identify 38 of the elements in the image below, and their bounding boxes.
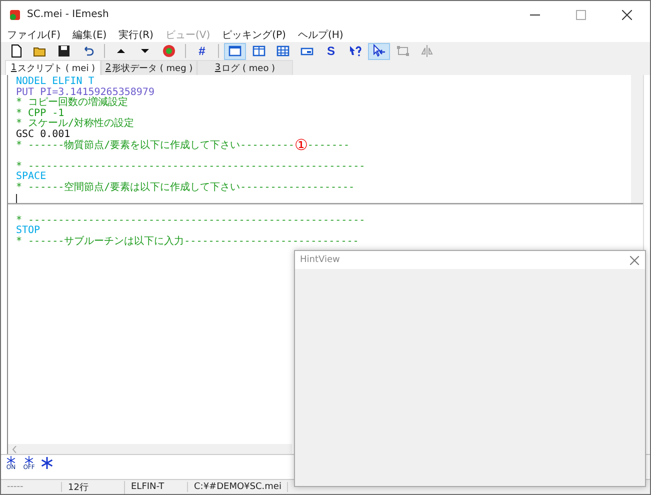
menu-item[interactable]: ピッキング(P) [220,28,288,42]
code-line: NODEL ELFIN T [16,77,94,88]
close-icon[interactable] [622,10,632,20]
window-icon[interactable] [224,42,246,60]
menu-item[interactable]: 編集(E) [70,28,109,42]
tab[interactable]: 3 ログ ( meo ) [197,60,293,75]
menu-item[interactable]: ファイル(F) [5,28,63,42]
tab[interactable]: 2 形状データ ( meg ) [101,60,197,75]
code-line: * ------サブルーチンは以下に入力----------------------------- [16,236,359,248]
pointer-icon[interactable] [368,42,390,60]
panel-title: HintView [300,255,340,265]
window-title: SC.mei - IEmesh [27,9,109,20]
code-line: SPACE [16,172,46,182]
code-line: GSC 0.001 [16,130,70,140]
code-line: * CPP -1 [16,108,64,119]
status-field: ELFIN-T [125,482,188,492]
vertical-scrollbar[interactable] [631,75,643,203]
app-logo-icon [9,8,21,20]
toolbar-button[interactable]: S [320,42,342,60]
menu-item[interactable]: ヘルプ(H) [296,28,346,42]
code-line: * スケール/対称性の設定 [16,119,134,130]
text-cursor [16,194,17,203]
code-line: STOP [16,226,40,236]
menu-item[interactable]: 実行(R) [116,28,156,42]
code-line: ------- [307,140,350,152]
asterisk-icon[interactable] [41,457,53,469]
tab[interactable]: 1 スクリプト ( mei ) [5,60,101,75]
status-field: ----- [1,482,62,492]
horizontal-scrollbar[interactable] [8,444,292,454]
code-line: * ------物質節点/要素を以下に作成して下さい--------- [16,140,294,152]
toolbar-button[interactable]: # [191,42,213,60]
code-line: * -------------------------------------------------------- [16,216,366,226]
circled-number-marker: ① [294,140,308,152]
status-field: 12行 [62,480,125,494]
code-line: PUT PI=3.14159265358979 [16,88,154,98]
code-line: * -------------------------------------------------------- [16,162,366,172]
status-field: C:¥#DEMO¥SC.mei [188,482,288,492]
code-line: * ------空間節点/要素は以下に作成して下さい------------------- [16,182,355,194]
